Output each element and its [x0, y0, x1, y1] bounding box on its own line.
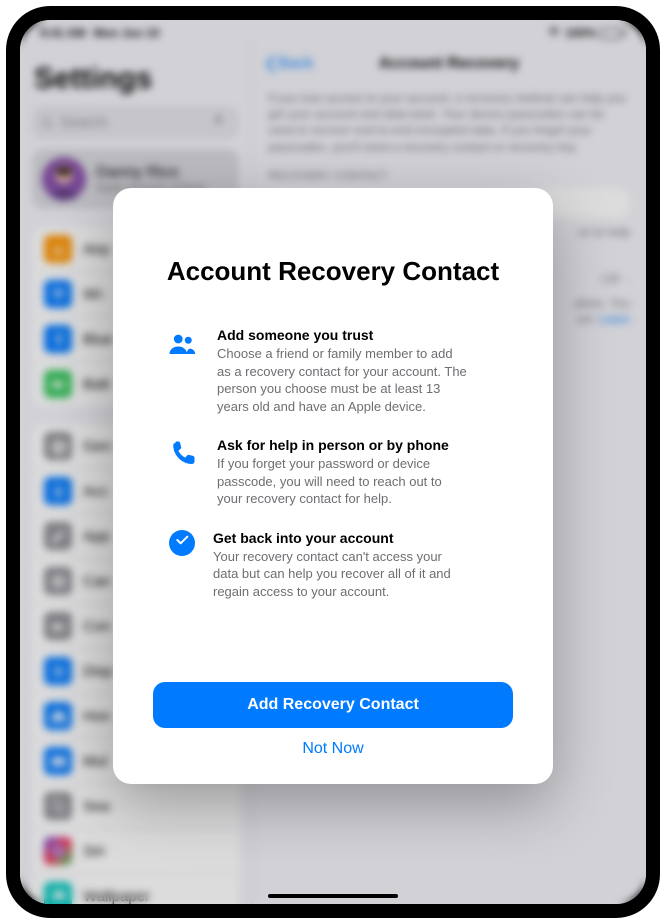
not-now-button[interactable]: Not Now — [302, 740, 363, 758]
feature-body: If you forget your password or device pa… — [217, 455, 467, 508]
feature-body: Choose a friend or family member to add … — [217, 345, 467, 415]
feature-title: Ask for help in person or by phone — [217, 437, 467, 453]
add-recovery-contact-button[interactable]: Add Recovery Contact — [153, 682, 513, 728]
people-icon — [165, 327, 199, 415]
recovery-modal: Account Recovery Contact Add someone you… — [113, 188, 553, 784]
feature-row: Get back into your account Your recovery … — [165, 530, 501, 601]
feature-body: Your recovery contact can't access your … — [213, 548, 463, 601]
feature-row: Ask for help in person or by phone If you… — [165, 437, 501, 508]
phone-icon — [165, 437, 199, 508]
feature-title: Add someone you trust — [217, 327, 467, 343]
feature-title: Get back into your account — [213, 530, 463, 546]
modal-title: Account Recovery Contact — [153, 256, 513, 287]
feature-row: Add someone you trust Choose a friend or … — [165, 327, 501, 415]
home-indicator[interactable] — [268, 894, 398, 898]
check-icon — [169, 530, 195, 556]
